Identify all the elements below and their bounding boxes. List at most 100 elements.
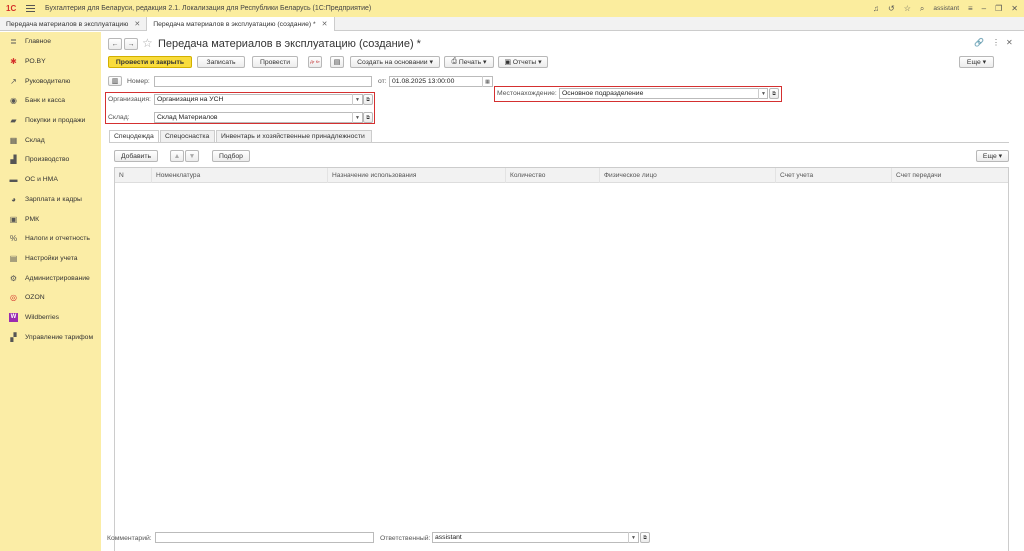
favorites-icon[interactable]: ☆ [904, 4, 911, 13]
comment-field[interactable] [155, 532, 374, 543]
search-icon[interactable]: ⌕ [920, 4, 924, 14]
coin-icon: ◉ [10, 96, 17, 106]
organization-field[interactable]: Организация на УСН [154, 94, 363, 105]
calendar-icon[interactable]: ▦ [482, 76, 492, 87]
sidebar-item-ro-by[interactable]: ✱ РО.BY [0, 52, 101, 72]
responsible-open-icon[interactable]: ⧉ [640, 532, 650, 543]
link-icon[interactable]: 🔗 [974, 38, 984, 47]
structure-icon[interactable]: ▤ [330, 56, 344, 68]
table-more-button[interactable]: Еще ▾ [976, 150, 1009, 162]
sidebar-item-warehouse[interactable]: ▦ Склад [0, 130, 101, 150]
sidebar-item-salary[interactable]: ◕ Зарплата и кадры [0, 190, 101, 210]
responsible-dropdown-icon[interactable]: ▼ [628, 532, 638, 543]
more-menu-button[interactable]: Еще ▾ [959, 56, 994, 68]
forward-button[interactable]: → [124, 38, 138, 50]
sidebar-item-label: Производство [25, 156, 70, 164]
sidebar-item-tariff[interactable]: ▞ Управление тарифом [0, 327, 101, 347]
window-tab-label: Передача материалов в эксплуатацию [6, 20, 129, 28]
sidebar-item-manager[interactable]: ↗ Руководителю [0, 71, 101, 91]
save-button[interactable]: Записать [197, 56, 245, 68]
column-header-person[interactable]: Физическое лицо [599, 168, 775, 183]
truck-icon: ▬ [9, 175, 18, 185]
sidebar-item-main[interactable]: ≣ Главное [0, 32, 101, 52]
tab-workwear[interactable]: Спецодежда [109, 130, 159, 142]
column-header-n[interactable]: N [115, 168, 151, 183]
sidebar-item-production[interactable]: ▟ Производство [0, 150, 101, 170]
window-tab-current[interactable]: Передача материалов в эксплуатацию (созд… [147, 17, 335, 31]
reports-label: Отчеты [512, 58, 537, 66]
document-form: ← → ☆ Передача материалов в эксплуатацию… [102, 32, 1024, 551]
report-icon: ▣ [504, 59, 511, 66]
user-name[interactable]: assistant [933, 5, 959, 12]
close-form-icon[interactable]: ✕ [1006, 38, 1013, 47]
close-tab-icon[interactable]: ✕ [322, 20, 328, 28]
column-header-nomenclature[interactable]: Номенклатура [151, 168, 327, 183]
favorite-star-icon[interactable]: ☆ [142, 36, 153, 50]
post-button[interactable]: Провести [252, 56, 298, 68]
print-button[interactable]: ⎙ Печать ▾ [444, 56, 494, 68]
location-dropdown-icon[interactable]: ▼ [758, 88, 768, 99]
tab-inventory[interactable]: Инвентарь и хозяйственные принадлежности [216, 130, 372, 142]
items-table[interactable]: N Номенклатура Назначение использования … [114, 167, 1009, 551]
selection-button[interactable]: Подбор [212, 150, 250, 162]
responsible-field[interactable]: assistant [432, 532, 639, 543]
date-label: от: [378, 78, 387, 85]
dt-kt-button[interactable]: Дт Кт [308, 56, 322, 68]
sidebar-item-wildberries[interactable]: W Wildberries [0, 308, 101, 328]
location-field[interactable]: Основное подразделение [559, 88, 768, 99]
move-up-icon[interactable]: ▲ [170, 150, 184, 162]
sidebar-item-label: OZON [25, 294, 45, 302]
app-logo: 1С [6, 3, 17, 13]
sidebar: ≣ Главное ✱ РО.BY ↗ Руководителю ◉ Банк и ка… [0, 32, 101, 551]
settings-menu-icon[interactable]: ≡ [968, 4, 973, 13]
date-field[interactable]: 01.08.2025 13:00:00 [389, 76, 493, 87]
gear-icon: ⚙ [9, 273, 18, 283]
warehouse-dropdown-icon[interactable]: ▼ [352, 112, 362, 123]
close-tab-icon[interactable]: ✕ [134, 20, 140, 28]
sidebar-item-taxes[interactable]: % Налоги и отчетность [0, 229, 101, 249]
wildberries-icon: W [9, 312, 18, 322]
warehouse-open-icon[interactable]: ⧉ [363, 112, 373, 123]
cart-icon: ▰ [10, 116, 17, 126]
close-window-icon[interactable]: ✕ [1011, 4, 1018, 13]
number-field[interactable] [154, 76, 372, 87]
sidebar-item-accounting-settings[interactable]: ▤ Настройки учета [0, 249, 101, 269]
tab-special-equipment[interactable]: Спецоснастка [160, 130, 215, 142]
move-down-icon[interactable]: ▼ [185, 150, 199, 162]
minimize-icon[interactable]: – [982, 4, 986, 13]
factory-icon: ▟ [10, 155, 17, 165]
main-menu-icon[interactable] [26, 5, 35, 12]
sidebar-item-bank[interactable]: ◉ Банк и касса [0, 91, 101, 111]
restore-icon[interactable]: ❐ [995, 4, 1002, 13]
reports-button[interactable]: ▣ Отчеты ▾ [498, 56, 548, 68]
number-edit-icon[interactable]: ▥ [108, 76, 122, 86]
post-and-close-button[interactable]: Провести и закрыть [108, 56, 192, 68]
open-windows-bar: Передача материалов в эксплуатацию ✕ Пер… [0, 17, 1024, 31]
sidebar-item-ozon[interactable]: ◎ OZON [0, 288, 101, 308]
history-icon[interactable]: ↺ [888, 4, 895, 13]
location-open-icon[interactable]: ⧉ [769, 88, 779, 99]
sidebar-item-administration[interactable]: ⚙ Администрирование [0, 268, 101, 288]
sidebar-item-label: Банк и касса [25, 97, 66, 105]
column-header-purpose[interactable]: Назначение использования [327, 168, 505, 183]
sidebar-item-pos[interactable]: ▣ РМК [0, 209, 101, 229]
responsible-label: Ответственный: [380, 535, 431, 542]
column-header-quantity[interactable]: Количество [505, 168, 599, 183]
sidebar-item-fixed-assets[interactable]: ▬ ОС и НМА [0, 170, 101, 190]
organization-dropdown-icon[interactable]: ▼ [352, 94, 362, 105]
window-tab-list[interactable]: Передача материалов в эксплуатацию ✕ [0, 17, 148, 31]
create-based-on-button[interactable]: Создать на основании ▾ [350, 56, 440, 68]
warehouse-field[interactable]: Склад Материалов [154, 112, 363, 123]
back-button[interactable]: ← [108, 38, 122, 50]
organization-open-icon[interactable]: ⧉ [363, 94, 373, 105]
more-vertical-icon[interactable]: ⋮ [992, 38, 1000, 47]
notifications-icon[interactable]: ♫ [873, 4, 879, 13]
list-icon: ≣ [10, 37, 17, 47]
tariff-icon: ▞ [10, 332, 17, 342]
sidebar-item-purchases-sales[interactable]: ▰ Покупки и продажи [0, 111, 101, 131]
column-header-transfer-account[interactable]: Счет передачи [891, 168, 1008, 183]
organization-label: Организация: [108, 96, 151, 103]
column-header-account[interactable]: Счет учета [775, 168, 891, 183]
print-label: Печать [458, 58, 482, 66]
add-row-button[interactable]: Добавить [114, 150, 158, 162]
